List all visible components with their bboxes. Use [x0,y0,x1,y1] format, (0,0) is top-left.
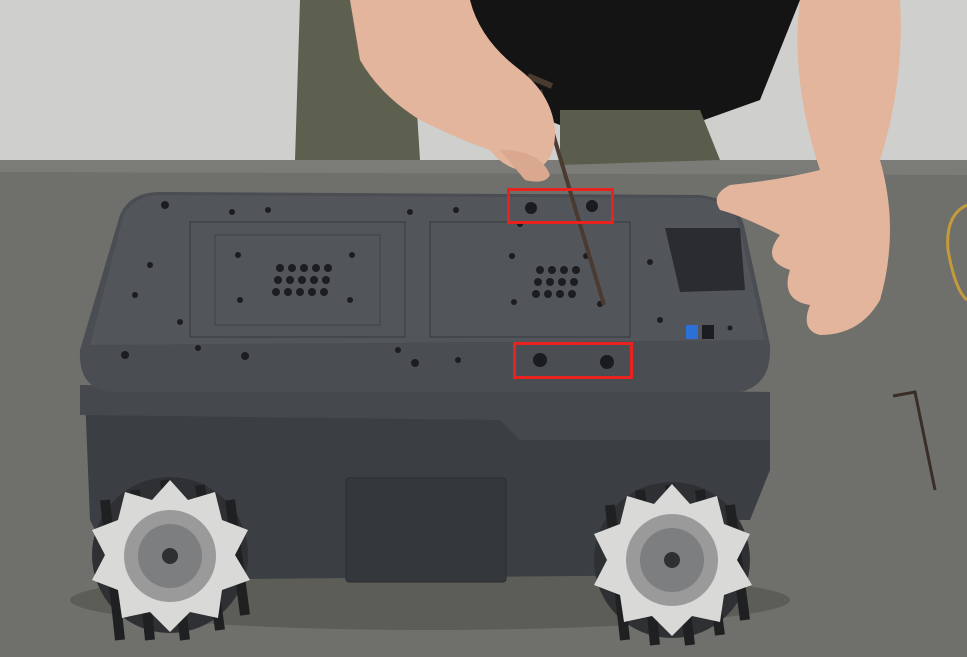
mounting-holes-top-highlight [507,188,614,224]
rear-indicator [727,325,733,331]
usb-port-black [702,325,714,339]
mounting-holes-bottom-highlight [513,342,633,379]
person-pants-right [560,110,720,165]
chassis-top-plate-highlight [90,195,765,345]
chassis-front-panel [345,477,507,583]
usb-port-blue [686,325,698,339]
photo-scene [0,0,967,657]
